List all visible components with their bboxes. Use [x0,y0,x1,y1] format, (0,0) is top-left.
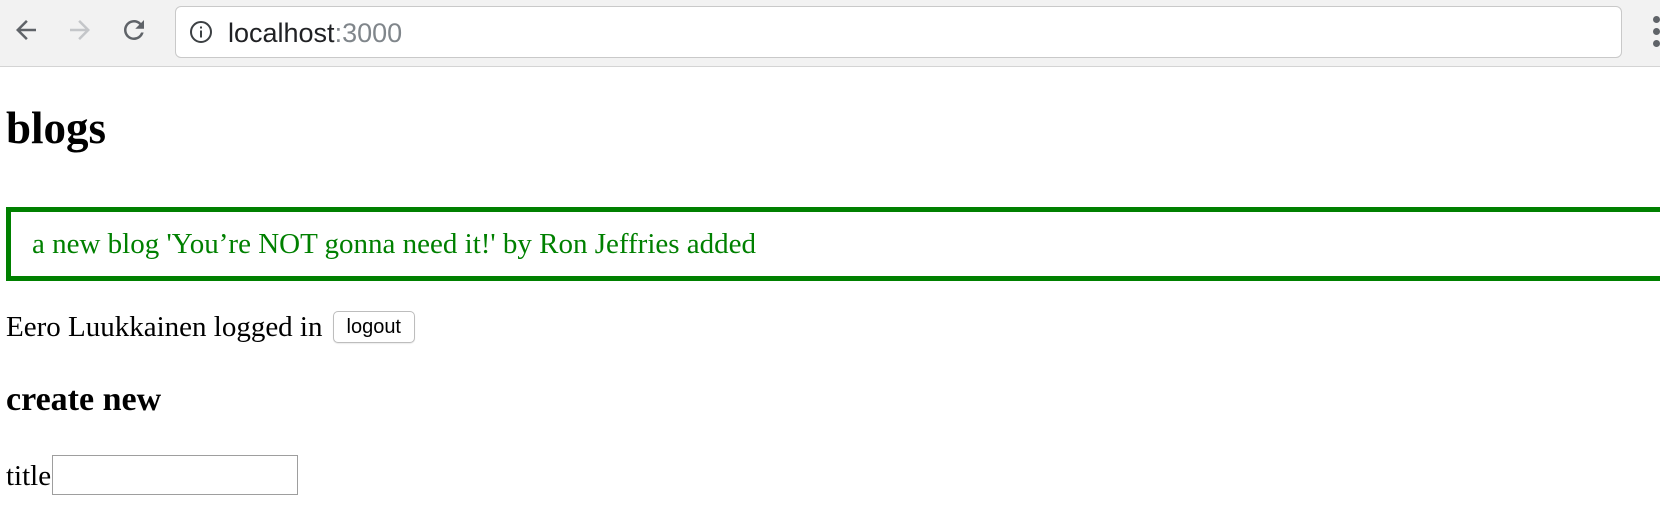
back-button[interactable] [9,13,43,47]
reload-button[interactable] [117,13,151,47]
title-input[interactable] [52,455,299,495]
arrow-right-icon [65,15,95,45]
title-label: title [6,460,52,492]
notification-banner: a new blog 'You’re NOT gonna need it!' b… [6,207,1660,281]
url-text: localhost:3000 [228,19,402,47]
info-icon[interactable] [189,20,213,44]
title-field-row: title [6,455,299,495]
reload-icon [119,15,149,45]
logged-in-text: Eero Luukkainen logged in [6,311,323,343]
arrow-left-icon [11,15,41,45]
url-host: localhost [228,18,335,48]
browser-toolbar: localhost:3000 [0,0,1660,67]
login-status: Eero Luukkainen logged in logout [6,307,415,347]
url-port: :3000 [334,18,403,48]
create-new-heading: create new [6,381,162,418]
page-content: blogs a new blog 'You’re NOT gonna need … [0,67,1660,510]
logout-button[interactable]: logout [332,311,415,343]
vertical-dots-icon[interactable] [1650,16,1660,50]
forward-button[interactable] [63,13,97,47]
page-title: blogs [6,103,107,153]
address-bar[interactable]: localhost:3000 [175,6,1622,58]
